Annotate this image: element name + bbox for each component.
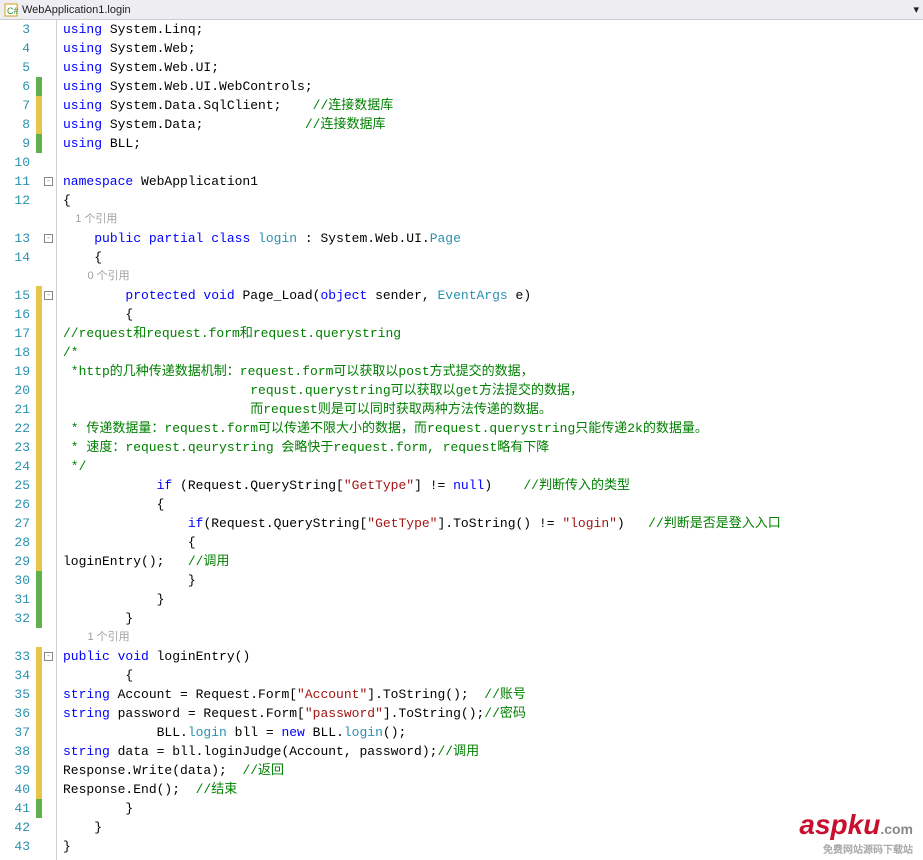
code-line: * 传递数据量：request.form可以传递不限大小的数据，而request… [63, 419, 923, 438]
code-line [63, 153, 923, 172]
code-line: public void loginEntry() [63, 647, 923, 666]
file-title: WebApplication1.login [22, 4, 131, 16]
code-line: using System.Web; [63, 39, 923, 58]
code-line: string password = Request.Form["password… [63, 704, 923, 723]
code-line: */ [63, 457, 923, 476]
code-line: public partial class login : System.Web.… [63, 229, 923, 248]
code-line: { [63, 495, 923, 514]
code-area[interactable]: using System.Linq;using System.Web;using… [57, 20, 923, 860]
code-line: } [63, 837, 923, 856]
code-line: { [63, 305, 923, 324]
code-line: BLL.login bll = new BLL.login(); [63, 723, 923, 742]
code-line: using System.Web.UI; [63, 58, 923, 77]
code-line: } [63, 818, 923, 837]
code-line: using BLL; [63, 134, 923, 153]
fold-toggle[interactable]: - [44, 652, 53, 661]
code-line: /* [63, 343, 923, 362]
code-line: } [63, 571, 923, 590]
code-line: string Account = Request.Form["Account"]… [63, 685, 923, 704]
code-line: { [63, 191, 923, 210]
codelens-references[interactable]: 1 个引用 [63, 628, 923, 647]
code-line: { [63, 666, 923, 685]
code-line: loginEntry(); //调用 [63, 552, 923, 571]
code-line: { [63, 533, 923, 552]
fold-toggle[interactable]: - [44, 177, 53, 186]
title-bar: C# WebApplication1.login ▾ [0, 0, 923, 20]
fold-strip: - - - - [42, 20, 56, 860]
code-line: //request和request.form和request.querystri… [63, 324, 923, 343]
code-line: } [63, 609, 923, 628]
code-editor[interactable]: 3456789101112131415161718192021222324252… [0, 20, 923, 860]
code-line: string data = bll.loginJudge(Account, pa… [63, 742, 923, 761]
code-line: if(Request.QueryString["GetType"].ToStri… [63, 514, 923, 533]
code-line: namespace WebApplication1 [63, 172, 923, 191]
codelens-references[interactable]: 1 个引用 [63, 210, 923, 229]
code-line: protected void Page_Load(object sender, … [63, 286, 923, 305]
code-line: using System.Web.UI.WebControls; [63, 77, 923, 96]
code-line: *http的几种传递数据机制：request.form可以获取以post方式提交… [63, 362, 923, 381]
code-line: * 速度：request.qeurystring 会略快于request.for… [63, 438, 923, 457]
code-line: using System.Data.SqlClient; //连接数据库 [63, 96, 923, 115]
fold-toggle[interactable]: - [44, 291, 53, 300]
watermark-logo: aspku.com 免费网站源码下载站 [799, 809, 913, 856]
code-line: using System.Data; //连接数据库 [63, 115, 923, 134]
code-line: Response.End(); //结束 [63, 780, 923, 799]
code-line: requst.querystring可以获取以get方法提交的数据， [63, 381, 923, 400]
code-line: using System.Linq; [63, 20, 923, 39]
code-line: Response.Write(data); //返回 [63, 761, 923, 780]
fold-toggle[interactable]: - [44, 234, 53, 243]
svg-text:C#: C# [7, 6, 18, 16]
codelens-references[interactable]: 0 个引用 [63, 267, 923, 286]
dropdown-icon[interactable]: ▾ [909, 3, 923, 16]
code-line: 而request则是可以同时获取两种方法传递的数据。 [63, 400, 923, 419]
code-line: if (Request.QueryString["GetType"] != nu… [63, 476, 923, 495]
line-number-gutter: 3456789101112131415161718192021222324252… [0, 20, 36, 860]
code-line: } [63, 590, 923, 609]
csharp-file-icon: C# [4, 3, 18, 17]
code-line: { [63, 248, 923, 267]
code-line: } [63, 799, 923, 818]
